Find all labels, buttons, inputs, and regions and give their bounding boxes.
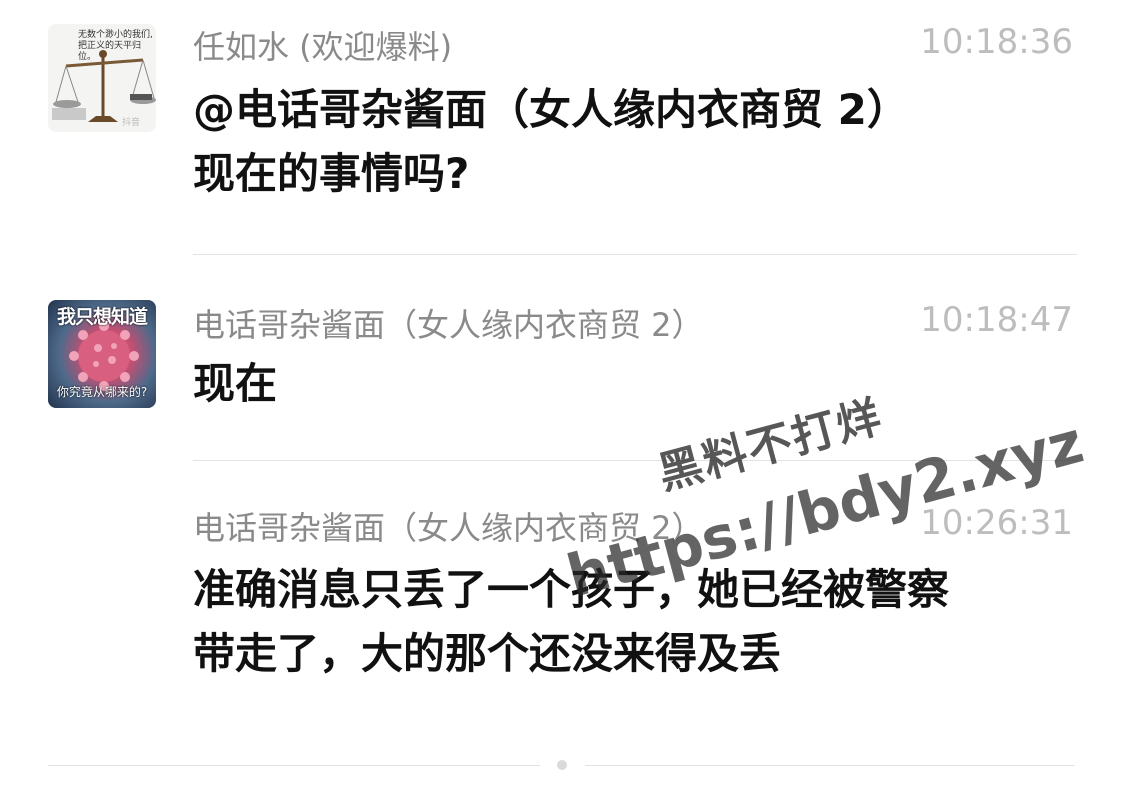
avatar-caption-top: 我只想知道 bbox=[56, 306, 148, 328]
avatar-caption-2: 把正义的天平归位。 bbox=[78, 41, 142, 62]
message-text[interactable]: 现在 bbox=[193, 352, 1083, 416]
bottom-divider-right bbox=[585, 765, 1075, 766]
message-line: 现在的事情吗? bbox=[193, 149, 470, 198]
sender-name[interactable]: 任如水 (欢迎爆料) bbox=[193, 22, 452, 68]
message-text[interactable]: @电话哥杂酱面（女人缘内衣商贸 2） 现在的事情吗? bbox=[193, 78, 1083, 206]
avatar-caption-1: 无数个渺小的我们, bbox=[78, 30, 153, 40]
avatar[interactable]: 我只想知道 你究竟从哪来的? bbox=[48, 300, 156, 408]
message-line: @电话哥杂酱面（女人缘内衣商贸 2） bbox=[193, 85, 909, 134]
bottom-divider-left bbox=[48, 765, 540, 766]
message-line: 带走了，大的那个还没来得及丢 bbox=[193, 629, 782, 678]
timestamp: 10:18:36 bbox=[920, 22, 1073, 62]
divider bbox=[193, 254, 1077, 255]
avatar-caption-bottom: 你究竟从哪来的? bbox=[56, 385, 148, 399]
avatar-watermark: 抖音 bbox=[122, 118, 141, 128]
sender-name[interactable]: 电话哥杂酱面（女人缘内衣商贸 2） bbox=[193, 300, 704, 346]
timestamp: 10:18:47 bbox=[920, 300, 1073, 340]
avatar[interactable]: 无数个渺小的我们, 把正义的天平归位。 抖音 bbox=[48, 24, 156, 132]
message-line: 现在 bbox=[193, 359, 278, 408]
pagination-dot bbox=[557, 760, 567, 770]
